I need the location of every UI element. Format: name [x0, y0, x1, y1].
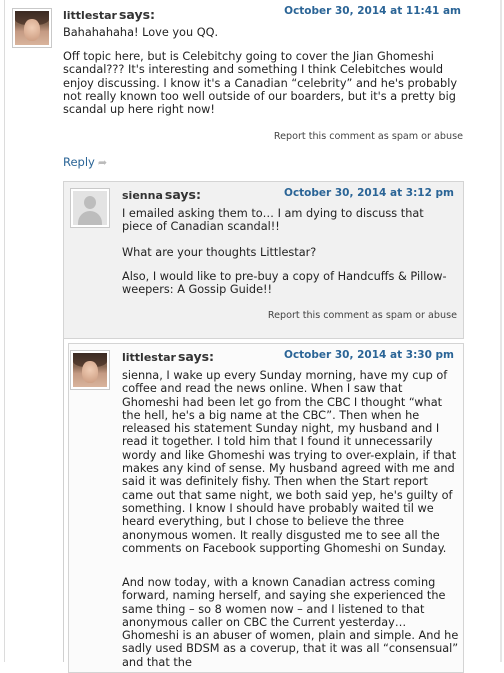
comment-paragraph: Bahahahaha! Love you QQ.	[63, 26, 219, 39]
comment-date-link[interactable]: October 30, 2014 at 11:41 am	[284, 5, 461, 17]
comment-paragraph: What are your thoughts Littlestar?	[122, 246, 317, 259]
author-name[interactable]: littlestar	[122, 351, 176, 364]
reply-arrow-icon: ➦	[97, 156, 108, 169]
comment-paragraph: sienna, I wake up every Sunday morning, …	[122, 369, 457, 555]
comment-paragraph: Also, I would like to pre-buy a copy of …	[122, 270, 447, 297]
report-spam-link[interactable]: Report this comment as spam or abuse	[274, 131, 463, 142]
author-name[interactable]: sienna	[122, 189, 163, 202]
comment-date-link[interactable]: October 30, 2014 at 3:30 pm	[284, 349, 454, 361]
user-photo-icon	[15, 11, 49, 45]
avatar	[70, 350, 110, 390]
avatar	[12, 8, 52, 48]
user-photo-icon	[73, 353, 107, 387]
comment-author: littlestar says:	[122, 349, 214, 364]
comment-paragraph: Off topic here, but is Celebitchy going …	[63, 50, 458, 117]
thread-line	[63, 339, 64, 662]
report-spam-link[interactable]: Report this comment as spam or abuse	[268, 310, 457, 321]
reply-button[interactable]: Reply ➦	[63, 155, 107, 169]
says-label: says:	[118, 7, 156, 22]
says-label: says:	[177, 349, 215, 364]
page-right-border	[500, 0, 502, 662]
author-name[interactable]: littlestar	[63, 9, 117, 22]
comment-author: littlestar says:	[63, 7, 155, 22]
comment-author: sienna says:	[122, 187, 201, 202]
comment-date-link[interactable]: October 30, 2014 at 3:12 pm	[284, 187, 454, 199]
reply-label: Reply	[63, 155, 95, 169]
default-avatar-icon	[73, 191, 107, 225]
comment-paragraph: And now today, with a known Canadian act…	[122, 576, 459, 669]
avatar	[70, 188, 110, 228]
comment-paragraph: I emailed asking them to… I am dying to …	[122, 207, 424, 234]
says-label: says:	[164, 187, 201, 202]
page-left-border	[4, 0, 5, 662]
